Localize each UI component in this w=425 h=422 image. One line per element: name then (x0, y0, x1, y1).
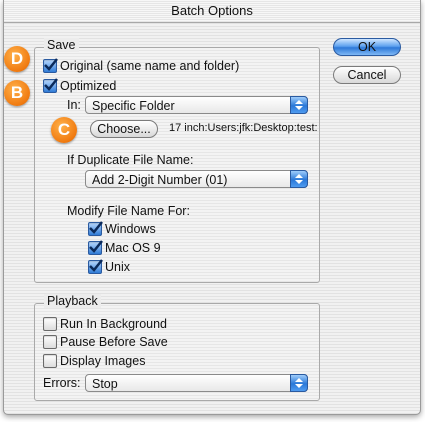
optimized-label: Optimized (60, 79, 117, 93)
run-in-background-label: Run In Background (60, 317, 168, 331)
callout-badge-d: D (4, 46, 30, 72)
modify-label: Modify File Name For: (67, 204, 190, 218)
playback-legend: Playback (44, 294, 101, 308)
original-label: Original (same name and folder) (60, 59, 240, 73)
checkmark-icon (44, 78, 58, 91)
checkmark-icon (89, 240, 103, 253)
errors-label: Errors: (43, 376, 81, 390)
errors-value: Stop (92, 377, 118, 391)
pause-before-save-checkbox[interactable] (43, 335, 57, 349)
display-images-checkbox[interactable] (43, 354, 57, 368)
optimized-checkbox[interactable] (43, 78, 58, 93)
callout-badge-b: B (4, 80, 30, 106)
cancel-button[interactable]: Cancel (333, 66, 401, 84)
pause-before-save-label: Pause Before Save (60, 335, 168, 349)
windows-label: Windows (105, 222, 156, 236)
duplicate-value: Add 2-Digit Number (01) (92, 173, 228, 187)
duplicate-popup[interactable]: Add 2-Digit Number (01) (85, 170, 308, 188)
original-checkbox[interactable] (43, 58, 58, 73)
in-label: In: (67, 98, 81, 112)
ok-button[interactable]: OK (333, 38, 401, 56)
in-folder-value: Specific Folder (92, 99, 175, 113)
checkmark-icon (44, 58, 58, 71)
batch-options-dialog: Batch Options OK Cancel Save Original (s… (3, 0, 421, 415)
folder-path: 17 inch:Users:jfk:Desktop:test: (169, 122, 318, 134)
errors-popup[interactable]: Stop (85, 374, 308, 392)
in-folder-popup[interactable]: Specific Folder (85, 96, 308, 114)
popup-arrows-icon (290, 96, 308, 114)
checkmark-icon (89, 221, 103, 234)
popup-arrows-icon (290, 170, 308, 188)
unix-label: Unix (105, 260, 131, 274)
macos9-label: Mac OS 9 (105, 241, 161, 255)
unix-checkbox[interactable] (88, 259, 103, 274)
callout-badge-c: C (51, 117, 77, 143)
windows-checkbox[interactable] (88, 221, 103, 236)
run-in-background-checkbox[interactable] (43, 317, 57, 331)
popup-arrows-icon (290, 374, 308, 392)
display-images-label: Display Images (60, 354, 146, 368)
choose-folder-button[interactable]: Choose... (90, 120, 158, 138)
checkmark-icon (89, 259, 103, 272)
save-legend: Save (44, 38, 79, 52)
window-title: Batch Options (4, 0, 420, 23)
duplicate-label: If Duplicate File Name: (67, 153, 194, 167)
macos9-checkbox[interactable] (88, 240, 103, 255)
